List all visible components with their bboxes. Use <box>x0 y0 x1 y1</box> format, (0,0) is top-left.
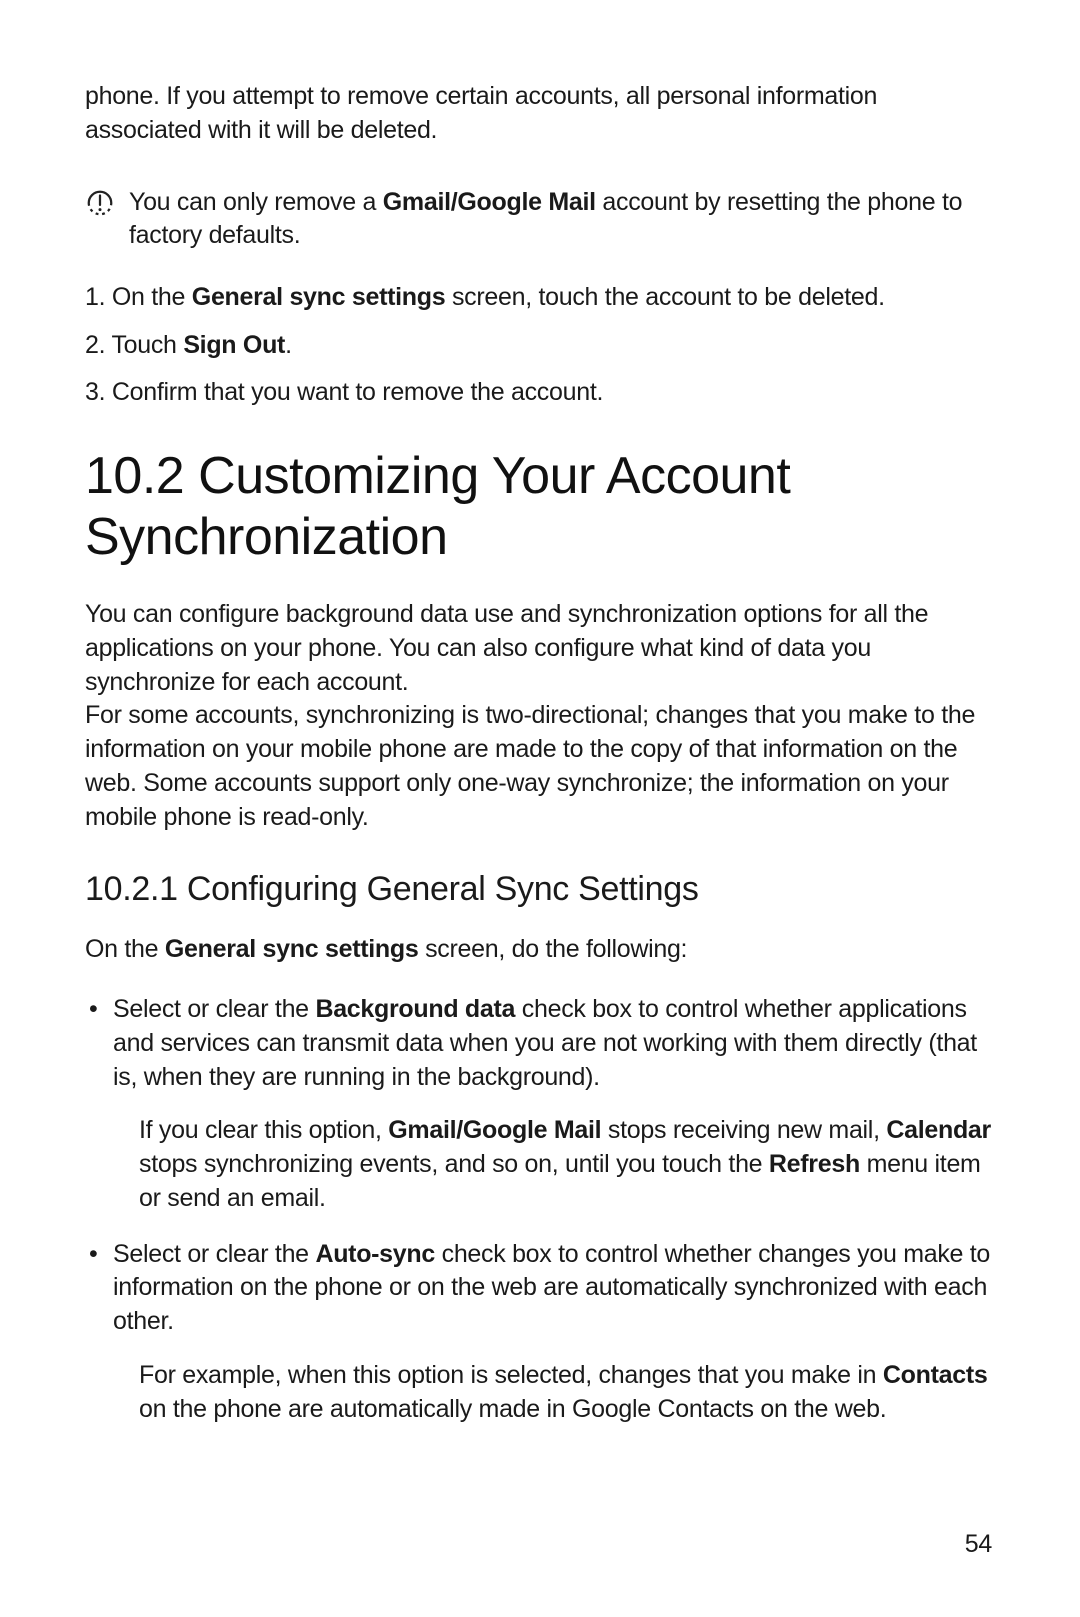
b1-inner-b2: Calendar <box>886 1116 991 1144</box>
leadin-pre: On the <box>85 935 165 963</box>
note-callout: You can only remove a Gmail/Google Mail … <box>85 186 995 254</box>
step-2-pre: 2. Touch <box>85 331 183 359</box>
bullet-2-inner: For example, when this option is selecte… <box>113 1359 995 1427</box>
step-2-bold: Sign Out <box>183 331 285 359</box>
step-1-post: screen, touch the account to be deleted. <box>445 283 884 311</box>
bullet-1-bold: Background data <box>315 995 515 1023</box>
section-heading: 10.2 Customizing Your Account Synchroniz… <box>85 446 995 569</box>
note-pre: You can only remove a <box>129 188 383 216</box>
bullet-1-inner: If you clear this option, Gmail/Google M… <box>113 1114 995 1215</box>
step-1: 1. On the General sync settings screen, … <box>85 279 995 317</box>
bullet-2-pre: Select or clear the <box>113 1240 315 1268</box>
subsection-heading: 10.2.1 Configuring General Sync Settings <box>85 870 995 909</box>
b1-inner-b1: Gmail/Google Mail <box>388 1116 601 1144</box>
b1-inner-t3: stops synchronizing events, and so on, u… <box>139 1150 769 1178</box>
b1-inner-t2: stops receiving new mail, <box>601 1116 886 1144</box>
step-3: 3. Confirm that you want to remove the a… <box>85 374 995 412</box>
intro-paragraph: phone. If you attempt to remove certain … <box>85 80 995 148</box>
note-bold: Gmail/Google Mail <box>383 188 596 216</box>
b2-inner-t1: For example, when this option is selecte… <box>139 1361 883 1389</box>
warning-icon <box>85 188 115 223</box>
bullet-2-bold: Auto-sync <box>315 1240 435 1268</box>
body-para-1: You can configure background data use an… <box>85 598 995 699</box>
lead-in: On the General sync settings screen, do … <box>85 933 995 967</box>
leadin-bold: General sync settings <box>165 935 419 963</box>
bullet-1: Select or clear the Background data chec… <box>85 993 995 1216</box>
step-1-pre: 1. On the <box>85 283 192 311</box>
note-text: You can only remove a Gmail/Google Mail … <box>129 186 995 254</box>
b2-inner-b1: Contacts <box>883 1361 988 1389</box>
b1-inner-b3: Refresh <box>769 1150 860 1178</box>
bullet-2: Select or clear the Auto-sync check box … <box>85 1238 995 1427</box>
bullet-1-pre: Select or clear the <box>113 995 315 1023</box>
bullet-list: Select or clear the Background data chec… <box>85 993 995 1426</box>
b1-inner-t1: If you clear this option, <box>139 1116 388 1144</box>
body-para-2: For some accounts, synchronizing is two-… <box>85 699 995 834</box>
step-1-bold: General sync settings <box>192 283 446 311</box>
step-2: 2. Touch Sign Out. <box>85 327 995 365</box>
page-number: 54 <box>965 1530 992 1559</box>
step-2-post: . <box>285 331 292 359</box>
b2-inner-t2: on the phone are automatically made in G… <box>139 1395 886 1423</box>
leadin-post: screen, do the following: <box>418 935 687 963</box>
step-list: 1. On the General sync settings screen, … <box>85 279 995 412</box>
body-block: You can configure background data use an… <box>85 598 995 834</box>
